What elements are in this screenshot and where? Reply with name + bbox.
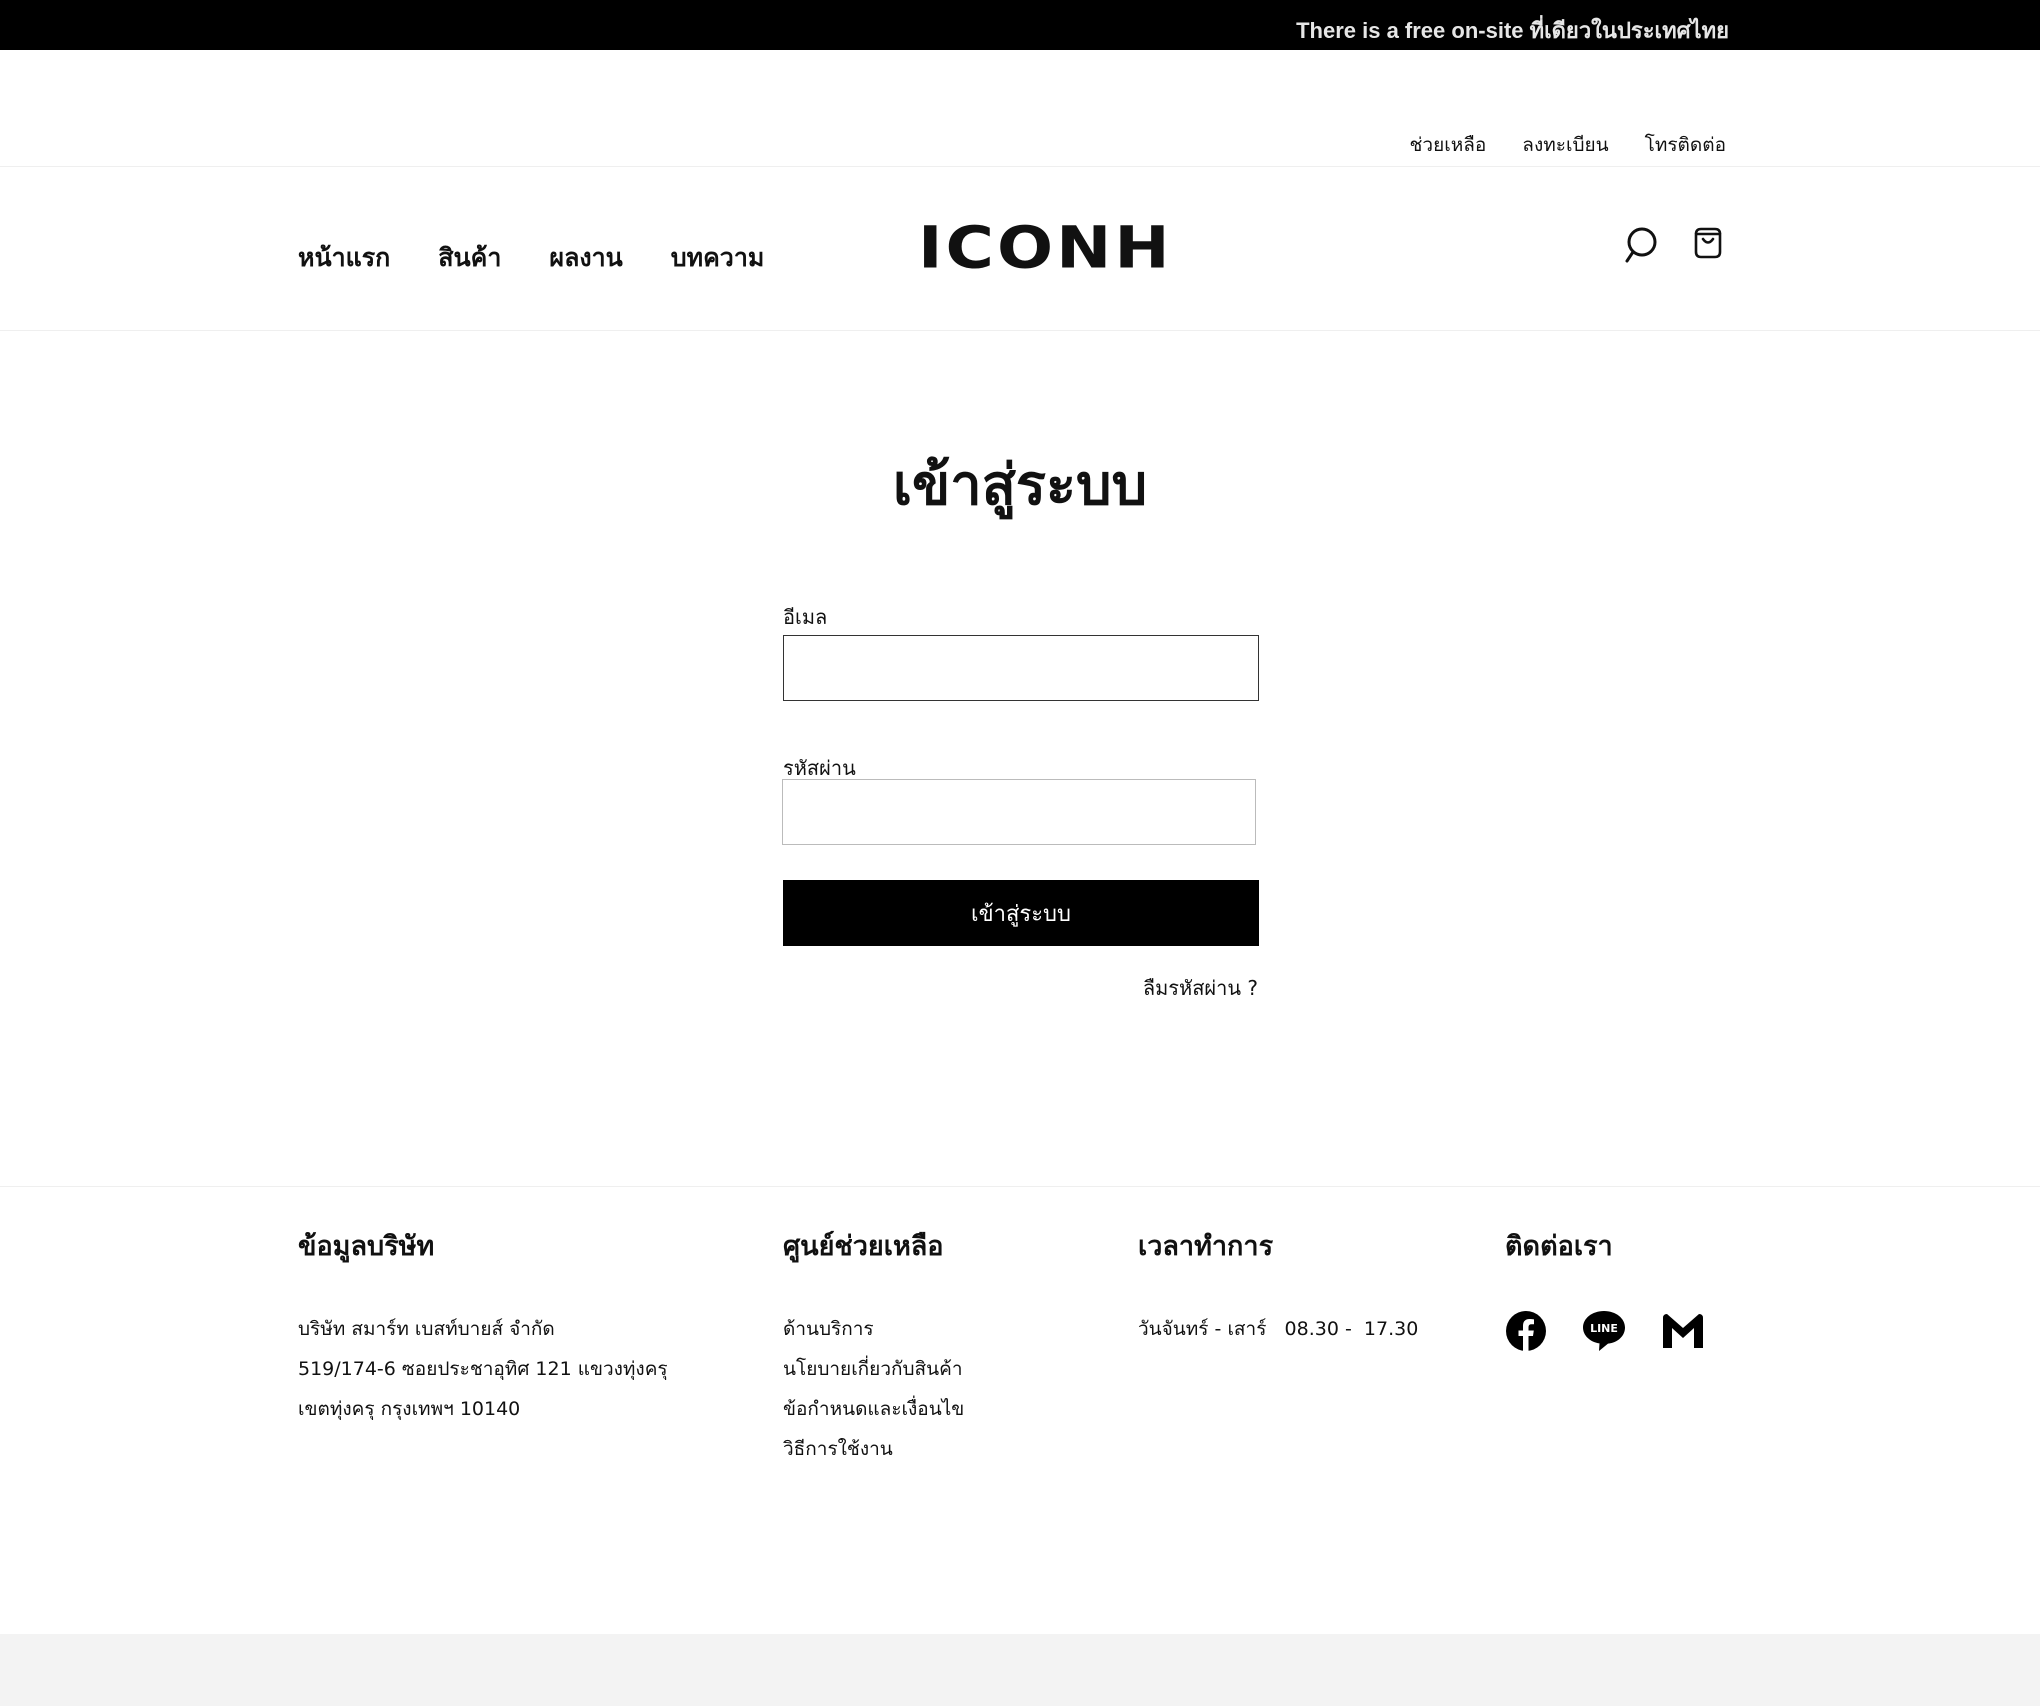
footer-link-how-to-use[interactable]: วิธีการใช้งาน <box>783 1429 964 1469</box>
divider <box>0 166 2040 167</box>
business-hours: วันจันทร์ - เสาร์ 08.30 - 17.30 <box>1138 1318 1419 1340</box>
register-link[interactable]: ลงทะเบียน <box>1522 130 1608 160</box>
brand-logo[interactable]: ICONH <box>918 214 1173 282</box>
footer-company-heading: ข้อมูลบริษัท <box>298 1231 435 1262</box>
footer-help-heading: ศูนย์ช่วยเหลือ <box>783 1231 944 1262</box>
footer-hours: เวลาทำการ วันจันทร์ - เสาร์ 08.30 - 17.3… <box>1138 1224 1418 1349</box>
company-address-1: 519/174-6 ซอยประชาอุทิศ 121 แขวงทุ่งครุ <box>298 1358 668 1380</box>
footer-company: ข้อมูลบริษัท บริษัท สมาร์ท เบสท์บายส์ จำ… <box>298 1224 668 1429</box>
login-button[interactable]: เข้าสู่ระบบ <box>783 880 1259 946</box>
page-title: เข้าสู่ระบบ <box>892 453 1148 518</box>
footer-link-product-policy[interactable]: นโยบายเกี่ยวกับสินค้า <box>783 1349 964 1389</box>
shopping-bag-icon[interactable] <box>1692 226 1724 264</box>
footer-link-service[interactable]: ด้านบริการ <box>783 1309 964 1349</box>
nav-home[interactable]: หน้าแรก <box>298 238 390 278</box>
bottom-band <box>0 1634 2040 1706</box>
search-icon[interactable] <box>1624 226 1658 268</box>
line-icon[interactable]: LINE <box>1581 1309 1627 1357</box>
company-address-2: เขตทุ่งครุ กรุงเทพฯ 10140 <box>298 1398 521 1420</box>
announcement-text: There is a free on-site ที่เดียวในประเทศ… <box>1296 18 1729 43</box>
forgot-password-link[interactable]: ลืมรหัสผ่าน ? <box>1143 972 1258 1004</box>
divider <box>0 330 2040 331</box>
main-nav: หน้าแรก สินค้า ผลงาน บทความ <box>298 238 764 278</box>
nav-portfolio[interactable]: ผลงาน <box>549 238 622 278</box>
password-field[interactable] <box>782 779 1256 845</box>
utility-nav: ช่วยเหลือ ลงทะเบียน โทรติดต่อ <box>1410 130 1726 160</box>
gmail-icon[interactable] <box>1661 1312 1705 1354</box>
email-field[interactable] <box>783 635 1259 701</box>
email-label: อีเมล <box>783 605 828 629</box>
footer-help: ศูนย์ช่วยเหลือ ด้านบริการ นโยบายเกี่ยวกั… <box>783 1224 964 1469</box>
company-name: บริษัท สมาร์ท เบสท์บายส์ จำกัด <box>298 1318 555 1340</box>
svg-text:LINE: LINE <box>1590 1322 1618 1335</box>
announcement-bar: There is a free on-site ที่เดียวในประเทศ… <box>0 0 2040 50</box>
help-link[interactable]: ช่วยเหลือ <box>1410 130 1487 160</box>
footer-hours-heading: เวลาทำการ <box>1138 1231 1274 1262</box>
footer-contact: ติดต่อเรา LINE <box>1505 1224 1705 1357</box>
divider <box>0 1186 2040 1187</box>
footer-contact-heading: ติดต่อเรา <box>1505 1231 1613 1262</box>
nav-products[interactable]: สินค้า <box>438 238 501 278</box>
nav-articles[interactable]: บทความ <box>671 238 765 278</box>
facebook-icon[interactable] <box>1505 1310 1547 1356</box>
social-links: LINE <box>1505 1309 1705 1357</box>
footer-link-terms[interactable]: ข้อกำหนดและเงื่อนไข <box>783 1389 964 1429</box>
call-link[interactable]: โทรติดต่อ <box>1645 130 1726 160</box>
